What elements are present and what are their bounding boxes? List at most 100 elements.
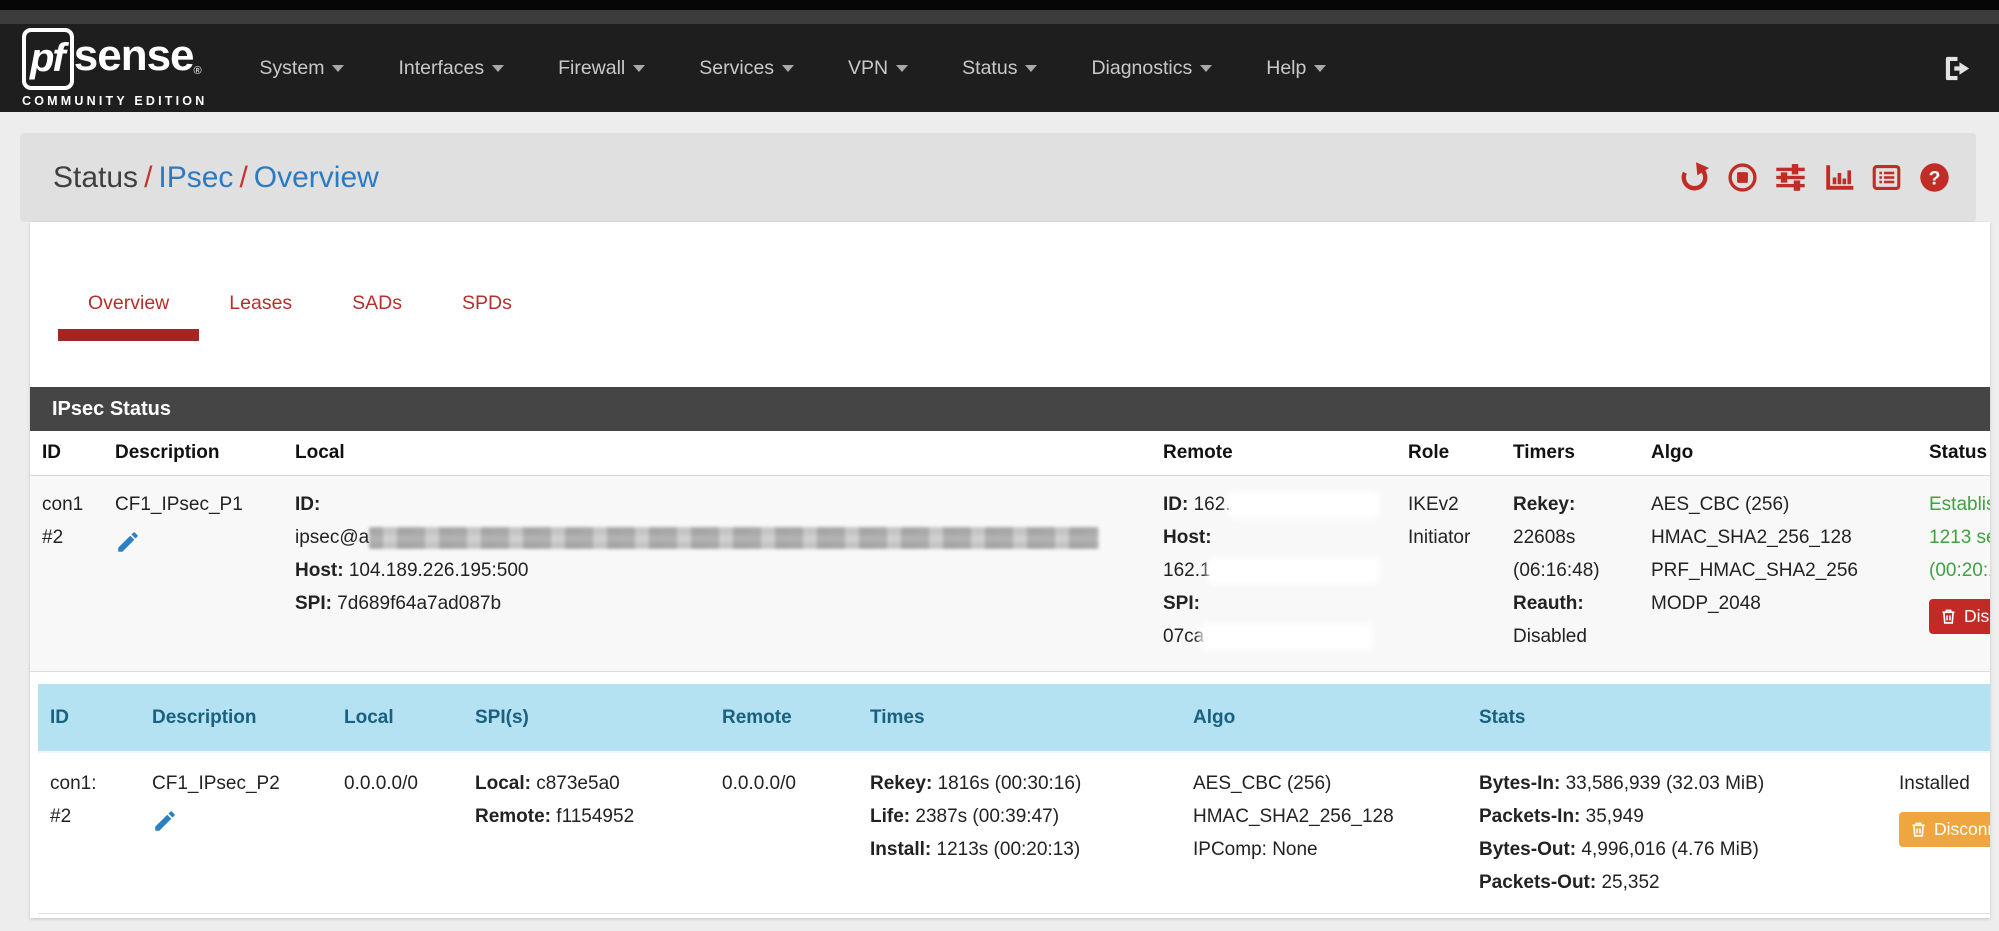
nav-item-status[interactable]: Status [958,47,1041,90]
breadcrumb-separator: / [233,161,253,194]
stop-icon[interactable] [1727,162,1758,193]
child-stats-cell: Bytes-In: 33,586,939 (32.03 MiB) Packets… [1467,752,1887,914]
child-remote-cell: 0.0.0.0/0 [710,752,858,914]
list-icon[interactable] [1871,162,1902,193]
ike-table-header-row: ID Description Local Remote Role Timers … [30,431,1990,476]
ike-row: con1 #2 CF1_IPsec_P1 ID: ipsec@a Host: 1… [30,476,1990,672]
ike-local-cell: ID: ipsec@a Host: 104.189.226.195:500 SP… [283,476,1151,672]
nav-item-firewall[interactable]: Firewall [554,47,649,90]
ike-status-cell: Established 1213 seconds (00:20:13) Disc… [1917,476,1990,672]
child-spis-cell: Local: c873e5a0 Remote: f1154952 [463,752,710,914]
sliders-icon[interactable] [1775,162,1806,193]
chevron-down-icon [1314,65,1326,72]
column-header-id: ID [30,431,103,476]
chevron-down-icon [492,65,504,72]
trash-icon [1910,820,1927,839]
ike-description-cell: CF1_IPsec_P1 [103,476,283,672]
child-sa-section: ID Description Local SPI(s) Remote Times… [30,672,1990,914]
column-header-timers: Timers [1501,431,1639,476]
page-action-icons: ? [1679,162,1950,193]
main-navbar: pfsense® COMMUNITY EDITION System Interf… [0,24,1999,112]
chevron-down-icon [782,65,794,72]
disconnect-button[interactable]: Disconnect [1899,812,1990,847]
edit-pencil-icon[interactable] [152,808,178,834]
child-status-cell: Installed Disconnect [1887,752,1990,914]
logo-sense-text: sense [74,34,194,78]
edit-pencil-icon[interactable] [115,529,141,555]
chevron-down-icon [896,65,908,72]
chevron-down-icon [332,65,344,72]
chevron-down-icon [633,65,645,72]
column-header-stats: Stats [1467,684,1887,752]
ike-timers-cell: Rekey: 22608s (06:16:48) Reauth: Disable… [1501,476,1639,672]
column-header-description: Description [103,431,283,476]
chevron-down-icon [1200,65,1212,72]
svg-text:?: ? [1929,167,1941,189]
nav-item-diagnostics[interactable]: Diagnostics [1087,47,1216,90]
navbar-top-strip [0,10,1999,24]
column-header-remote: Remote [710,684,858,752]
redacted-block [1211,561,1376,581]
column-header-spis: SPI(s) [463,684,710,752]
child-times-cell: Rekey: 1816s (00:30:16) Life: 2387s (00:… [858,752,1181,914]
nav-item-interfaces[interactable]: Interfaces [394,47,508,90]
tab-sads[interactable]: SADs [322,280,432,341]
column-header-id: ID [38,684,140,752]
pfsense-logo[interactable]: pfsense® COMMUNITY EDITION [22,28,207,108]
tab-bar: Overview Leases SADs SPDs [58,280,1990,341]
column-header-local: Local [283,431,1151,476]
column-header-algo: Algo [1181,684,1467,752]
window-top-strip [0,0,1999,10]
breadcrumb-separator: / [138,161,158,194]
disconnect-button[interactable]: Disconnect [1929,599,1990,634]
ike-remote-cell: ID: 162. Host: 162.1 SPI: 07ca [1151,476,1396,672]
redacted-block [1204,627,1369,647]
ike-algo-cell: AES_CBC (256) HMAC_SHA2_256_128 PRF_HMAC… [1639,476,1917,672]
logo-subtitle: COMMUNITY EDITION [22,94,207,108]
tab-spds[interactable]: SPDs [432,280,542,341]
logo-pf-mark: pf [22,28,74,90]
help-icon[interactable]: ? [1919,162,1950,193]
column-header-local: Local [332,684,463,752]
nav-menu: System Interfaces Firewall Services VPN … [255,47,1376,90]
ike-table: ID Description Local Remote Role Timers … [30,431,1990,914]
child-algo-cell: AES_CBC (256) HMAC_SHA2_256_128 IPComp: … [1181,752,1467,914]
redacted-block [1231,495,1376,515]
column-header-algo: Algo [1639,431,1917,476]
child-sa-header-row: ID Description Local SPI(s) Remote Times… [38,684,1990,752]
ike-id-cell: con1 #2 [30,476,103,672]
column-header-times: Times [858,684,1181,752]
breadcrumb-panel: Status/IPsec/Overview ? [20,133,1976,222]
logo-registered-mark: ® [194,66,202,77]
breadcrumb: Status/IPsec/Overview [53,161,379,195]
ipsec-status-panel-title: IPsec Status [30,387,1990,431]
column-header-status: Status [1917,431,1990,476]
redacted-block [369,527,1099,549]
bar-chart-icon[interactable] [1823,162,1854,193]
child-description-cell: CF1_IPsec_P2 [140,752,332,914]
content-panel: Overview Leases SADs SPDs IPsec Status I… [30,222,1990,918]
breadcrumb-link-overview[interactable]: Overview [254,161,379,194]
nav-item-help[interactable]: Help [1262,47,1330,90]
tab-leases[interactable]: Leases [199,280,322,341]
trash-icon [1940,607,1957,626]
ike-role-cell: IKEv2 Initiator [1396,476,1501,672]
logout-icon[interactable] [1942,53,1973,84]
column-header-remote: Remote [1151,431,1396,476]
column-header-description: Description [140,684,332,752]
child-id-cell: con1: #2 [38,752,140,914]
child-local-cell: 0.0.0.0/0 [332,752,463,914]
chevron-down-icon [1025,65,1037,72]
tab-overview[interactable]: Overview [58,280,199,341]
nav-item-vpn[interactable]: VPN [844,47,912,90]
breadcrumb-link-ipsec[interactable]: IPsec [158,161,233,194]
column-header-actions [1887,684,1990,752]
refresh-icon[interactable] [1679,162,1710,193]
nav-item-system[interactable]: System [255,47,348,90]
installed-status-text: Installed [1899,767,1990,800]
child-sa-row: con1: #2 CF1_IPsec_P2 [38,752,1990,914]
breadcrumb-root: Status [53,161,138,194]
column-header-role: Role [1396,431,1501,476]
nav-item-services[interactable]: Services [695,47,798,90]
child-sa-table: ID Description Local SPI(s) Remote Times… [38,684,1990,914]
